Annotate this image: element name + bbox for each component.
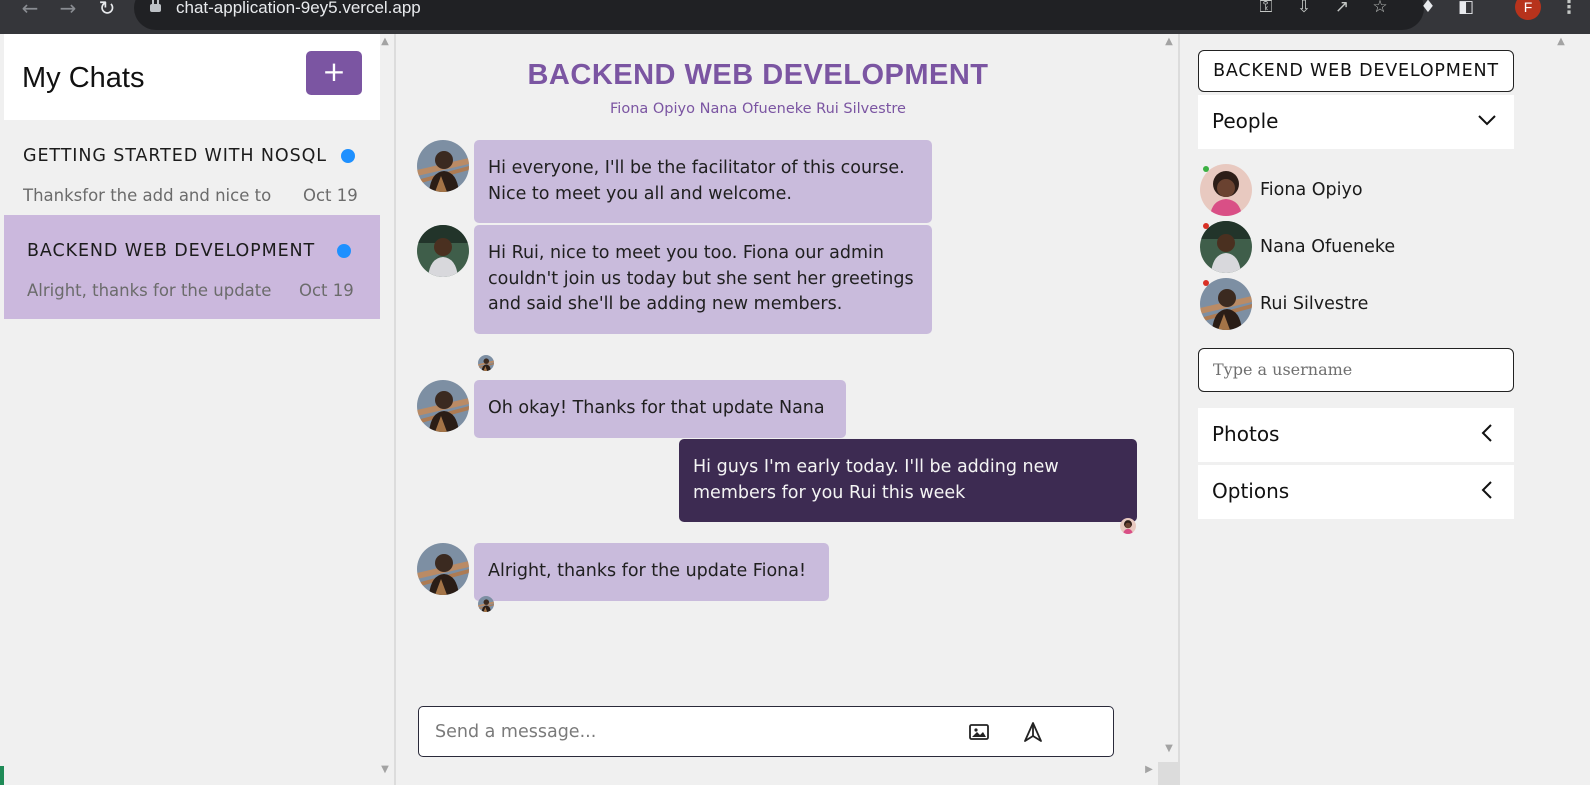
chat-settings-panel: BACKEND WEB DEVELOPMENT People Fiona Opi…: [1198, 34, 1514, 785]
back-icon[interactable]: ←: [18, 0, 42, 22]
install-icon[interactable]: ⇩: [1294, 0, 1314, 18]
person-name: Fiona Opiyo: [1260, 180, 1363, 200]
sender-avatar: [417, 140, 469, 192]
message-bubble: Oh okay! Thanks for that update Nana: [474, 380, 846, 438]
chevron-left-icon[interactable]: [1476, 479, 1498, 501]
sender-avatar: [417, 380, 469, 432]
new-chat-button[interactable]: +: [306, 51, 362, 95]
forward-icon[interactable]: →: [56, 0, 80, 22]
read-receipt-avatar: [478, 355, 494, 371]
browser-toolbar: ← → ↻ chat-application-9ey5.vercel.app ⚿…: [0, 0, 1590, 34]
key-icon[interactable]: ⚿: [1256, 0, 1276, 18]
menu-icon[interactable]: ⋮: [1560, 0, 1578, 18]
profile-avatar[interactable]: F: [1515, 0, 1541, 20]
reload-icon[interactable]: ↻: [95, 0, 119, 22]
chevron-left-icon[interactable]: [1476, 422, 1498, 444]
chat-card-backend[interactable]: BACKEND WEB DEVELOPMENT Alright, thanks …: [4, 215, 380, 319]
person-card[interactable]: Nana Ofueneke: [1200, 221, 1500, 275]
unread-dot: [341, 149, 355, 163]
sidepanel-icon[interactable]: ◧: [1456, 0, 1476, 18]
chevron-down-icon[interactable]: [1476, 109, 1498, 131]
chat-feed-title: BACKEND WEB DEVELOPMENT: [527, 59, 989, 91]
offline-status-dot: [1203, 280, 1209, 286]
person-name: Nana Ofueneke: [1260, 237, 1396, 257]
online-status-dot: [1203, 166, 1209, 172]
panel-divider: [394, 34, 396, 785]
chat-card-title: GETTING STARTED WITH NOSQL D: [23, 146, 335, 166]
photos-label: Photos: [1212, 422, 1280, 446]
chat-card-preview: Alright, thanks for the update I: [27, 281, 272, 300]
scroll-down-arrow[interactable]: ▼: [378, 764, 392, 775]
chat-card-preview: Thanksfor the add and nice to r: [23, 186, 273, 205]
image-upload-icon[interactable]: [968, 721, 990, 743]
chat-card-nosql[interactable]: GETTING STARTED WITH NOSQL D Thanksfor t…: [4, 120, 380, 224]
lock-icon[interactable]: [150, 0, 161, 14]
desktop-edge: [0, 766, 4, 785]
read-receipt-avatar: [1120, 518, 1136, 534]
message-input[interactable]: [435, 719, 955, 745]
extensions-icon[interactable]: ♦: [1418, 0, 1438, 18]
chat-list-panel: My Chats + GETTING STARTED WITH NOSQL D …: [4, 34, 380, 785]
chat-list-header: My Chats +: [4, 34, 380, 120]
photos-section-header[interactable]: Photos: [1198, 408, 1514, 462]
star-icon[interactable]: ☆: [1370, 0, 1390, 18]
person-name: Rui Silvestre: [1260, 294, 1369, 314]
settings-chat-title[interactable]: BACKEND WEB DEVELOPMENT: [1198, 50, 1514, 92]
my-message-bubble: Hi guys I'm early today. I'll be adding …: [679, 439, 1137, 523]
chat-card-title: BACKEND WEB DEVELOPMENT: [27, 241, 316, 261]
chat-feed: BACKEND WEB DEVELOPMENT Fiona Opiyo Nana…: [398, 34, 1180, 785]
sender-avatar: [417, 543, 469, 595]
person-avatar: [1200, 278, 1252, 330]
scroll-up-arrow[interactable]: ▲: [1162, 36, 1176, 47]
add-user-form: [1198, 348, 1514, 392]
send-icon[interactable]: [1022, 721, 1044, 743]
chat-feed-members: Fiona Opiyo Nana Ofueneke Rui Silvestre: [610, 101, 906, 117]
people-label: People: [1212, 109, 1279, 133]
person-avatar: [1200, 221, 1252, 273]
person-avatar: [1200, 164, 1252, 216]
chat-card-date: Oct 19: [303, 186, 358, 205]
scroll-right-arrow[interactable]: ▶: [1142, 764, 1156, 775]
scroll-down-arrow[interactable]: ▼: [1162, 743, 1176, 754]
offline-status-dot: [1203, 223, 1209, 229]
read-receipt-avatar: [478, 596, 494, 612]
address-url[interactable]: chat-application-9ey5.vercel.app: [176, 0, 421, 18]
message-bubble: Hi everyone, I'll be the facilitator of …: [474, 140, 932, 224]
person-card[interactable]: Rui Silvestre: [1200, 278, 1500, 332]
message-bubble: Hi Rui, nice to meet you too. Fiona our …: [474, 225, 932, 334]
scroll-up-arrow[interactable]: ▲: [1554, 36, 1568, 47]
scroll-up-arrow[interactable]: ▲: [378, 36, 392, 47]
options-label: Options: [1212, 479, 1290, 503]
options-section-header[interactable]: Options: [1198, 465, 1514, 519]
scrollbar-corner: [1158, 762, 1178, 785]
sender-avatar: [417, 225, 469, 277]
message-bubble: Alright, thanks for the update Fiona!: [474, 543, 829, 601]
person-card[interactable]: Fiona Opiyo: [1200, 164, 1500, 218]
share-icon[interactable]: ↗: [1332, 0, 1352, 18]
unread-dot: [337, 244, 351, 258]
panel-divider: [1178, 34, 1180, 785]
chat-list-title: My Chats: [22, 62, 145, 94]
username-input[interactable]: [1213, 360, 1493, 379]
message-form: [418, 706, 1114, 757]
chat-card-date: Oct 19: [299, 281, 354, 300]
people-section-header[interactable]: People: [1198, 95, 1514, 149]
